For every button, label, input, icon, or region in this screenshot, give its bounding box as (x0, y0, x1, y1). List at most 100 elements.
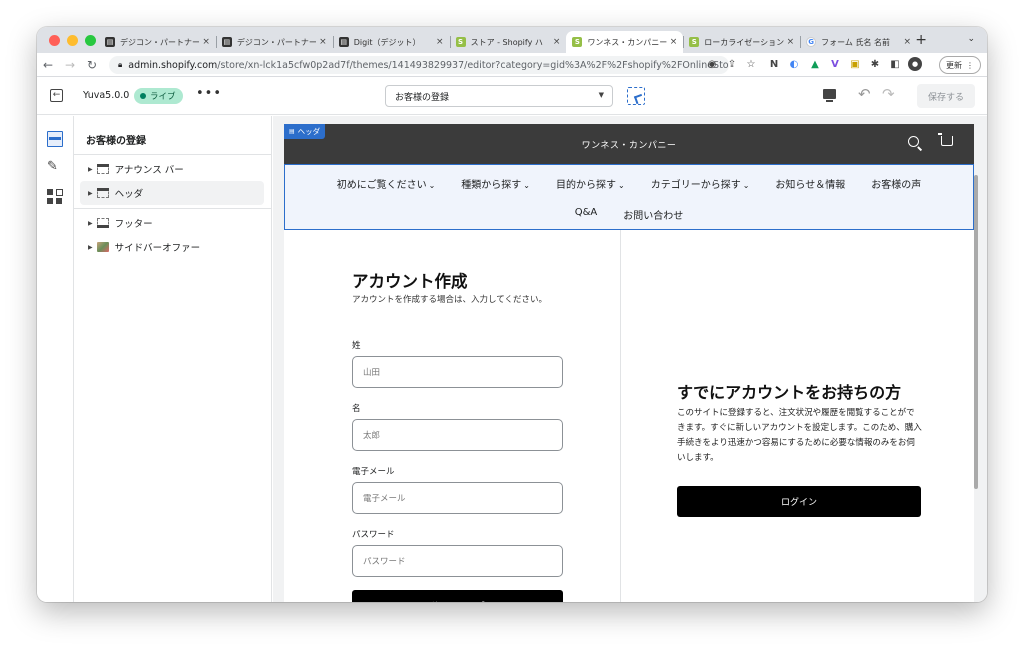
close-tab-icon[interactable]: × (436, 37, 444, 47)
save-button[interactable]: 保存する (917, 84, 975, 108)
shopify-icon: S (572, 37, 583, 47)
nav-item[interactable]: カテゴリーから探す ⌄ (651, 176, 750, 191)
expand-triangle-icon[interactable]: ▶ (88, 244, 93, 251)
extension-search-icon[interactable]: ◐ (787, 57, 801, 71)
close-tab-icon[interactable]: × (903, 37, 911, 47)
email-label: 電子メール (352, 467, 395, 477)
minimize-window-button[interactable] (67, 35, 78, 46)
section-top-icon: ▤ (289, 128, 295, 135)
section-top-icon (96, 164, 109, 174)
page-selector[interactable]: お客様の登録 ▼ (385, 85, 613, 107)
exit-icon[interactable]: ← (50, 89, 63, 102)
browser-tab[interactable]: G フォーム 氏名 名前 × (800, 31, 917, 53)
search-icon[interactable] (908, 136, 919, 147)
chevron-down-icon: ⌄ (742, 181, 750, 190)
browser-tab-active[interactable]: S ワンネス・カンパニー × (566, 31, 684, 53)
nav-item[interactable]: Q&A (575, 207, 598, 222)
undo-icon[interactable]: ↶ (858, 85, 871, 103)
nav-item[interactable]: お問い合わせ (623, 207, 683, 222)
close-tab-icon[interactable]: × (553, 37, 561, 47)
login-button[interactable]: ログイン (677, 486, 921, 517)
avatar[interactable]: ● (908, 57, 922, 71)
lock-icon: 🔒︎ (118, 60, 123, 69)
extension-folder-icon[interactable]: ▣ (848, 57, 862, 71)
store-nav: 初めにご覧ください ⌄ 種類から探す ⌄ 目的から探す ⌄ カテゴリーから探す ⌄ お知… (284, 164, 974, 230)
sections-panel: お客様の登録 ▶ アナウンス バー ▶ ヘッダ ▶ フッター ▶ サイドバーオフ… (74, 116, 272, 602)
cart-icon[interactable] (938, 133, 953, 146)
theme-settings-icon[interactable]: ✎ (47, 159, 63, 175)
close-tab-icon[interactable]: × (670, 37, 678, 47)
section-item-announcement[interactable]: ▶ アナウンス バー (80, 157, 264, 181)
store-header[interactable]: ▤ ヘッダ ワンネス・カンパニー (284, 124, 974, 164)
section-item-header[interactable]: ▶ ヘッダ (80, 181, 264, 205)
close-window-button[interactable] (49, 35, 60, 46)
bookmark-star-icon[interactable]: ☆ (744, 57, 758, 71)
email-field[interactable]: 電子メール (352, 482, 563, 514)
section-top-icon (96, 188, 109, 198)
store-name[interactable]: ワンネス・カンパニー (284, 138, 974, 151)
back-arrow-icon[interactable]: ← (37, 58, 59, 72)
zoom-window-button[interactable] (85, 35, 96, 46)
expand-triangle-icon[interactable]: ▶ (88, 190, 93, 197)
close-tab-icon[interactable]: × (787, 37, 795, 47)
browser-tab[interactable]: ▤ デジコン・パートナー × (99, 31, 216, 53)
expand-triangle-icon[interactable]: ▶ (88, 166, 93, 173)
redo-icon[interactable]: ↷ (882, 85, 895, 103)
inspector-icon[interactable] (627, 87, 645, 105)
browser-tab[interactable]: ▤ デジコン・パートナー × (215, 31, 333, 53)
google-icon: G (806, 37, 817, 47)
browser-tab[interactable]: S ローカライゼーション × (683, 31, 800, 53)
more-actions-icon[interactable]: ••• (196, 86, 222, 101)
password-field[interactable]: パスワード (352, 545, 563, 577)
signup-title: アカウント作成 (352, 272, 468, 291)
preview-scrollbar[interactable] (974, 175, 978, 489)
app-embeds-icon[interactable] (47, 189, 63, 205)
first-name-field[interactable]: 太郎 (352, 419, 563, 451)
login-description: このサイトに登録すると、注文状況や履歴を閲覧することができます。すぐに新しいアカ… (677, 408, 922, 463)
browser-tab[interactable]: S ストア - Shopify ハ × (449, 31, 567, 53)
signup-description: アカウントを作成する場合は、入力してください。 (352, 295, 547, 305)
nav-row-main: 初めにご覧ください ⌄ 種類から探す ⌄ 目的から探す ⌄ カテゴリーから探す ⌄ お知… (285, 176, 973, 191)
eye-icon[interactable]: ◉ (705, 57, 719, 71)
forward-arrow-icon[interactable]: → (59, 58, 81, 72)
url-path: /store/xn-lck1a5cfw0p2ad7f/themes/141493… (217, 59, 729, 71)
nav-item[interactable]: 種類から探す ⌄ (461, 176, 530, 191)
sections-icon[interactable] (47, 131, 63, 147)
desktop-preview-icon[interactable] (823, 89, 836, 102)
close-tab-icon[interactable]: × (202, 37, 210, 47)
app-image-icon (96, 242, 109, 252)
chevron-down-icon: ⌄ (523, 181, 530, 190)
nav-item[interactable]: 目的から探す ⌄ (556, 176, 625, 191)
section-tag: ▤ ヘッダ (284, 124, 326, 139)
login-title: すでにアカウントをお持ちの方 (677, 383, 902, 402)
section-item-sidebar-offer[interactable]: ▶ サイドバーオファー (80, 235, 264, 259)
drive-icon[interactable]: ▲ (808, 57, 822, 71)
chevron-down-icon[interactable]: ⌄ (967, 34, 975, 44)
close-tab-icon[interactable]: × (319, 37, 327, 47)
sidepanel-icon[interactable]: ◧ (888, 57, 902, 71)
tab-strip: ▤ デジコン・パートナー × ▤ デジコン・パートナー × ▤ Digit（デジ… (99, 31, 917, 53)
new-tab-button[interactable]: + (915, 32, 927, 48)
browser-tab[interactable]: ▤ Digit（デジット） × (332, 31, 450, 53)
reload-icon[interactable]: ↻ (81, 58, 103, 72)
extension-notion-icon[interactable]: N (767, 57, 781, 71)
share-icon[interactable]: ⇪ (725, 57, 739, 71)
last-name-label: 姓 (352, 341, 361, 351)
store-preview: ▤ ヘッダ ワンネス・カンパニー 初めにご覧ください ⌄ 種類から探す ⌄ 目的から… (284, 124, 974, 602)
section-item-footer[interactable]: ▶ フッター (80, 211, 264, 235)
url-bar[interactable]: 🔒︎ admin.shopify.com /store/xn-lck1a5cfw… (109, 56, 729, 74)
signup-button[interactable]: サインアップ (352, 590, 563, 602)
nav-item[interactable]: お客様の声 (871, 176, 921, 191)
expand-triangle-icon[interactable]: ▶ (88, 220, 93, 227)
nav-item[interactable]: 初めにご覧ください ⌄ (337, 176, 436, 191)
puzzle-icon[interactable]: ✱ (868, 57, 882, 71)
nav-item[interactable]: お知らせ＆情報 (775, 176, 845, 191)
extension-v-icon[interactable]: V (828, 57, 842, 71)
address-toolbar: ← → ↻ 🔒︎ admin.shopify.com /store/xn-lck… (37, 53, 987, 77)
divider (74, 154, 271, 155)
nav-row-secondary: Q&A お問い合わせ (285, 207, 973, 222)
last-name-field[interactable]: 山田 (352, 356, 563, 388)
update-button[interactable]: 更新 ⋮ (939, 56, 981, 74)
shopify-icon: S (455, 37, 466, 47)
grid-icon: ▤ (105, 37, 115, 47)
